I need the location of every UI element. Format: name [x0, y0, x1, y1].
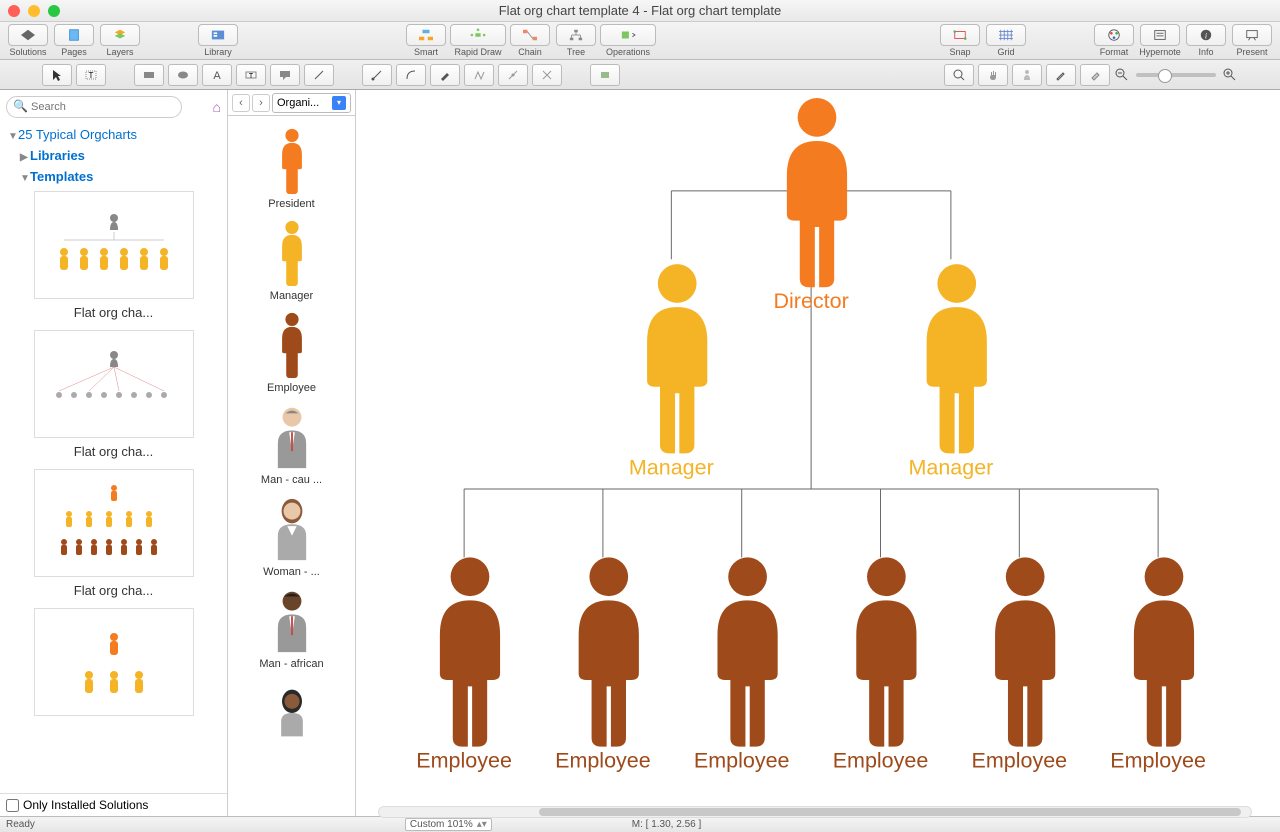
canvas[interactable]: Director Manager Manager Employee Employ… — [356, 90, 1280, 816]
smart-button[interactable]: Smart — [404, 24, 448, 57]
only-installed-checkbox[interactable]: Only Installed Solutions — [0, 793, 227, 816]
lib-item-woman[interactable]: Woman - ... — [228, 490, 355, 582]
hypernote-button[interactable]: Hypernote — [1138, 24, 1182, 57]
library-button[interactable]: Library — [196, 24, 240, 57]
magnify-tool[interactable] — [944, 64, 974, 86]
grid-button[interactable]: Grid — [984, 24, 1028, 57]
svg-text:Employee: Employee — [694, 749, 790, 773]
lib-item-employee[interactable]: Employee — [228, 306, 355, 398]
tree-templates[interactable]: ▼Templates — [0, 166, 227, 187]
shape-tool[interactable] — [590, 64, 620, 86]
lib-item-president[interactable]: President — [228, 122, 355, 214]
scissors-tool[interactable] — [532, 64, 562, 86]
template-thumbnail[interactable] — [18, 608, 209, 716]
svg-text:Employee: Employee — [555, 749, 651, 773]
text-block-tool[interactable]: T — [236, 64, 266, 86]
svg-text:T: T — [89, 71, 94, 80]
lib-item-manager[interactable]: Manager — [228, 214, 355, 306]
manager-label: Manager — [629, 455, 714, 479]
orgnode-manager[interactable]: Manager — [908, 264, 993, 479]
orgnode-employee[interactable]: Employee — [833, 557, 929, 772]
text-tool[interactable]: T — [76, 64, 106, 86]
rapid-draw-button[interactable]: Rapid Draw — [450, 24, 506, 57]
ellipse-tool[interactable] — [168, 64, 198, 86]
svg-text:A: A — [213, 70, 221, 82]
info-button[interactable]: iInfo — [1184, 24, 1228, 57]
format-button[interactable]: Format — [1092, 24, 1136, 57]
text-box-tool[interactable]: A — [202, 64, 232, 86]
orgnode-employee[interactable]: Employee — [972, 557, 1068, 772]
arc-tool[interactable] — [396, 64, 426, 86]
tree-root[interactable]: ▼25 Typical Orgcharts — [0, 124, 227, 145]
svg-text:i: i — [1205, 32, 1207, 41]
svg-text:Employee: Employee — [416, 749, 512, 773]
svg-text:Employee: Employee — [833, 749, 929, 773]
lib-item-woman-2[interactable] — [228, 674, 355, 752]
svg-text:Employee: Employee — [1110, 749, 1206, 773]
window-zoom[interactable] — [48, 5, 60, 17]
mouse-coords: M: [ 1.30, 2.56 ] — [632, 819, 701, 830]
solutions-button[interactable]: Solutions — [6, 24, 50, 57]
lib-item-man-cau[interactable]: Man - cau ... — [228, 398, 355, 490]
person-tool[interactable] — [1012, 64, 1042, 86]
tree-button[interactable]: Tree — [554, 24, 598, 57]
lib-back-button[interactable]: ‹ — [232, 94, 250, 112]
lib-forward-button[interactable]: › — [252, 94, 270, 112]
pages-button[interactable]: Pages — [52, 24, 96, 57]
status-bar: Ready Custom 101%▴▾ M: [ 1.30, 2.56 ] — [0, 816, 1280, 832]
library-dropdown[interactable]: Organi...▾ — [272, 93, 351, 113]
window-minimize[interactable] — [28, 5, 40, 17]
path-tool[interactable] — [464, 64, 494, 86]
template-thumbnail[interactable]: Flat org cha... — [18, 191, 209, 320]
director-label: Director — [773, 289, 848, 313]
orgnode-director[interactable]: Director — [773, 98, 848, 313]
window-close[interactable] — [8, 5, 20, 17]
zoom-out-icon[interactable] — [1114, 67, 1130, 83]
tree-libraries[interactable]: ▶Libraries — [0, 145, 227, 166]
template-thumbnail[interactable]: Flat org cha... — [18, 330, 209, 459]
library-panel: ‹ › Organi...▾ President Manager Employe… — [228, 90, 356, 816]
orgnode-employee[interactable]: Employee — [555, 557, 651, 772]
pointer-tool[interactable] — [42, 64, 72, 86]
layers-button[interactable]: Layers — [98, 24, 142, 57]
eyedropper-tool[interactable] — [1046, 64, 1076, 86]
solutions-sidebar: ⌂ ▼25 Typical Orgcharts ▶Libraries ▼Temp… — [0, 90, 228, 816]
orgnode-employee[interactable]: Employee — [1110, 557, 1206, 772]
home-icon[interactable]: ⌂ — [213, 99, 221, 115]
zoom-in-icon[interactable] — [1222, 67, 1238, 83]
eraser-tool[interactable] — [1080, 64, 1110, 86]
present-button[interactable]: Present — [1230, 24, 1274, 57]
main-toolbar: Solutions Pages Layers Library Smart Rap… — [0, 22, 1280, 60]
zoom-indicator[interactable]: Custom 101%▴▾ — [405, 818, 492, 831]
svg-text:T: T — [249, 73, 254, 80]
status-ready: Ready — [6, 819, 35, 830]
template-thumbnail[interactable]: Flat org cha... — [18, 469, 209, 598]
operations-button[interactable]: Operations — [600, 24, 656, 57]
connector-tool[interactable] — [362, 64, 392, 86]
callout-tool[interactable] — [270, 64, 300, 86]
line-tool[interactable] — [304, 64, 334, 86]
bezier-tool[interactable] — [498, 64, 528, 86]
snap-button[interactable]: Snap — [938, 24, 982, 57]
drawing-toolbar: T A T — [0, 60, 1280, 90]
orgnode-employee[interactable]: Employee — [416, 557, 512, 772]
svg-text:Employee: Employee — [972, 749, 1068, 773]
rect-tool[interactable] — [134, 64, 164, 86]
hand-tool[interactable] — [978, 64, 1008, 86]
lib-item-man-african[interactable]: Man - african — [228, 582, 355, 674]
orgnode-manager[interactable]: Manager — [629, 264, 714, 479]
horizontal-scrollbar[interactable] — [378, 806, 1252, 818]
search-input[interactable] — [6, 96, 182, 118]
zoom-slider[interactable] — [1136, 73, 1216, 77]
highlighter-tool[interactable] — [430, 64, 460, 86]
orgnode-employee[interactable]: Employee — [694, 557, 790, 772]
window-title: Flat org chart template 4 - Flat org cha… — [0, 3, 1280, 18]
manager-label: Manager — [908, 455, 993, 479]
chain-button[interactable]: Chain — [508, 24, 552, 57]
